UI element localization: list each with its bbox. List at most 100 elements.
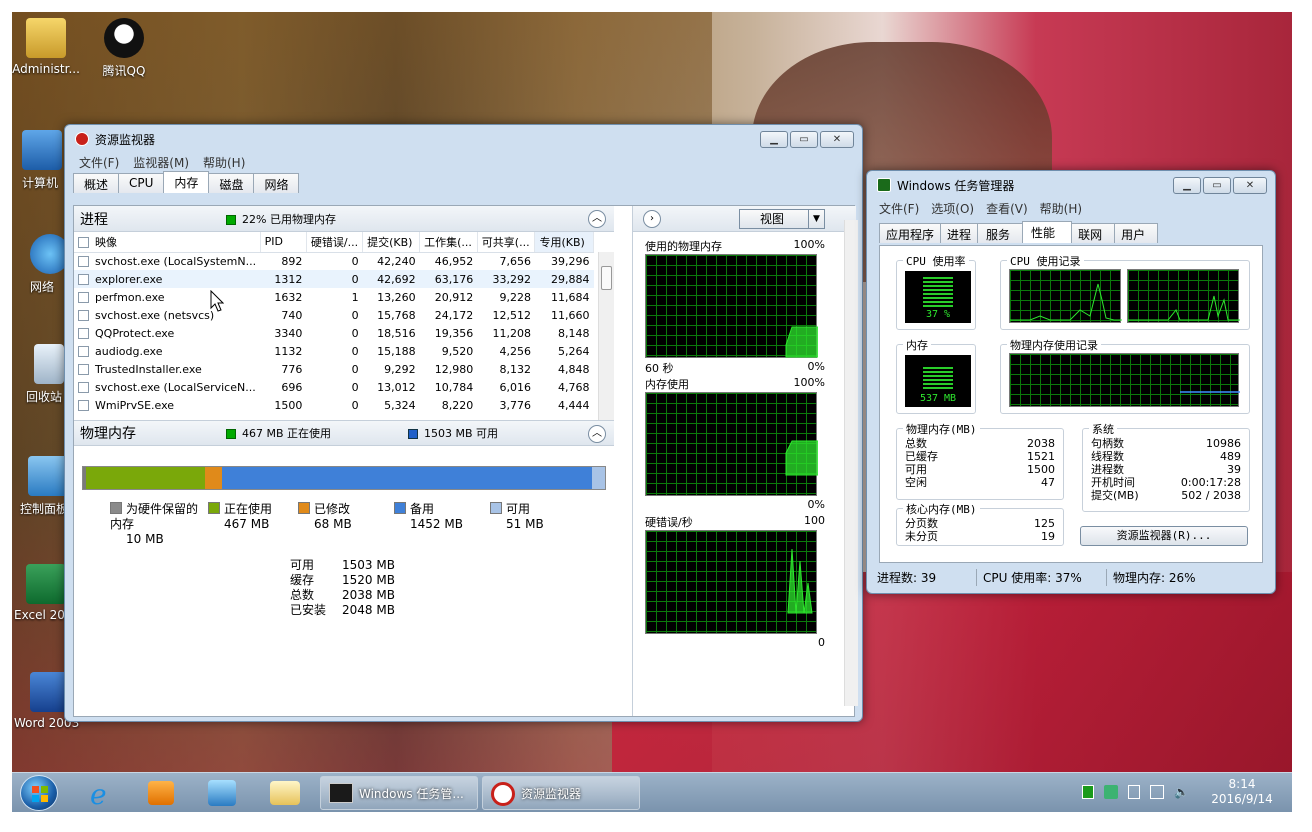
process-checkbox[interactable]: [78, 328, 89, 339]
pinned-video-player-icon[interactable]: [148, 781, 174, 805]
process-checkbox[interactable]: [78, 310, 89, 321]
desktop-icon-qq[interactable]: 腾讯QQ: [86, 18, 162, 79]
process-cell: 8,220: [441, 398, 474, 412]
stat-value: 125: [1034, 517, 1055, 530]
table-row[interactable]: perfmon.exe 1632 1 13,260 20,912 9,228 11,684: [74, 288, 594, 306]
usb-device-icon[interactable]: [1128, 785, 1140, 799]
process-checkbox[interactable]: [78, 364, 89, 375]
tab-memory[interactable]: 内存: [163, 171, 210, 193]
process-checkbox[interactable]: [78, 274, 89, 285]
stat-value: 0:00:17:28: [1180, 476, 1241, 489]
kernel-memory-group: 核心内存(MB) 分页数 125 未分页 19: [896, 501, 1064, 546]
stat-label: 未分页: [905, 530, 938, 543]
table-row[interactable]: WmiPrvSE.exe 1500 0 5,324 8,220 3,776 4,444: [74, 396, 594, 414]
col-commit[interactable]: 提交(KB): [362, 232, 421, 253]
expand-graphs-button[interactable]: ›: [643, 210, 661, 228]
stat-value: 1500: [1027, 463, 1055, 476]
tab-disk[interactable]: 磁盘: [208, 173, 255, 193]
network-status-icon[interactable]: [1150, 785, 1164, 799]
tab-performance[interactable]: 性能: [1022, 221, 1073, 243]
scrollbar-thumb[interactable]: [601, 266, 612, 290]
table-row[interactable]: explorer.exe 1312 0 42,692 63,176 33,292 29,88…: [74, 270, 594, 288]
menu-file[interactable]: 文件(F): [879, 200, 919, 217]
tab-users[interactable]: 用户: [1114, 223, 1159, 243]
taskbar-button-taskmgr[interactable]: Windows 任务管...: [320, 776, 478, 810]
tab-services[interactable]: 服务: [977, 223, 1024, 243]
taskmgr-tray-icon[interactable]: [1082, 785, 1094, 799]
tab-networking[interactable]: 联网: [1071, 223, 1116, 243]
pinned-explorer-folder-icon[interactable]: [270, 781, 300, 805]
table-row[interactable]: audiodg.exe 1132 0 15,188 9,520 4,256 5,264: [74, 342, 594, 360]
resmon-titlebar[interactable]: 资源监视器: [65, 125, 862, 153]
maximize-button[interactable]: ▭: [1203, 177, 1231, 194]
menu-file[interactable]: 文件(F): [79, 154, 119, 171]
menu-view[interactable]: 查看(V): [986, 200, 1028, 217]
process-section-header[interactable]: 进程 22% 已用物理内存 ︿: [74, 206, 614, 232]
select-all-checkbox[interactable]: [78, 237, 89, 249]
col-private[interactable]: 专用(KB): [534, 232, 594, 253]
table-row[interactable]: QQProtect.exe 3340 0 18,516 19,356 11,208 8,14…: [74, 324, 594, 342]
collapse-physical-button[interactable]: ︿: [588, 425, 606, 443]
menu-options[interactable]: 选项(O): [931, 200, 974, 217]
collapse-process-button[interactable]: ︿: [588, 210, 606, 228]
taskbar-clock[interactable]: 8:14 2016/9/14: [1200, 777, 1284, 807]
resmon-left-pane: 进程 22% 已用物理内存 ︿ 映像 PID 硬错误/... 提交(KB) 工作…: [74, 206, 614, 716]
status-processes: 进程数: 39: [873, 568, 977, 586]
taskbar-button-resmon[interactable]: 资源监视器: [482, 776, 640, 810]
physical-memory-section-header[interactable]: 物理内存 467 MB 正在使用 1503 MB 可用 ︿: [74, 420, 614, 446]
memory-bar-segment: [591, 467, 605, 489]
table-row[interactable]: svchost.exe (LocalServiceN... 696 0 13,012 1…: [74, 378, 594, 396]
tab-cpu[interactable]: CPU: [118, 173, 165, 193]
process-checkbox[interactable]: [78, 400, 89, 411]
process-cell: 12,980: [434, 362, 474, 376]
view-dropdown[interactable]: 视图 ▼: [739, 209, 825, 229]
security-shield-icon[interactable]: [1104, 785, 1118, 799]
process-checkbox[interactable]: [78, 346, 89, 357]
legend-item: 已修改 68 MB: [298, 502, 388, 532]
view-dropdown-arrow-icon[interactable]: ▼: [808, 210, 824, 228]
legend-item: 备用 1452 MB: [394, 502, 484, 532]
col-shareable[interactable]: 可共享(...: [477, 232, 536, 253]
pinned-tools-icon[interactable]: [208, 780, 236, 806]
start-button[interactable]: [20, 775, 58, 811]
volume-icon[interactable]: 🔈: [1174, 785, 1189, 799]
memory-summary-key: 可用: [290, 558, 315, 572]
process-table-scrollbar[interactable]: [598, 252, 614, 420]
col-image[interactable]: 映像: [74, 232, 261, 253]
maximize-button[interactable]: ▭: [790, 131, 818, 148]
process-checkbox[interactable]: [78, 292, 89, 303]
col-hard-faults[interactable]: 硬错误/...: [306, 232, 364, 253]
graph-pane-scrollbar[interactable]: [844, 220, 858, 706]
col-pid[interactable]: PID: [260, 232, 307, 253]
stat-row: 线程数 489: [1091, 450, 1241, 463]
memory-bar-segment: [85, 467, 205, 489]
process-cell: 19,356: [434, 326, 474, 340]
menu-help[interactable]: 帮助(H): [1040, 200, 1082, 217]
system-group: 系统 句柄数 10986 线程数 489 进程数 39 开机时间 0:00:17:28 提交(M…: [1082, 421, 1250, 512]
tab-overview[interactable]: 概述: [73, 173, 120, 193]
tab-processes[interactable]: 进程: [940, 223, 979, 243]
process-cell: 46,952: [434, 254, 474, 268]
close-button[interactable]: ✕: [820, 131, 854, 148]
col-working-set[interactable]: 工作集(...: [419, 232, 478, 253]
memory-summary-value: 2038 MB: [342, 588, 395, 602]
svg-text:e: e: [90, 778, 107, 809]
process-checkbox[interactable]: [78, 256, 89, 268]
minimize-button[interactable]: ▁: [1173, 177, 1201, 194]
menu-monitor[interactable]: 监视器(M): [133, 154, 189, 171]
tab-applications[interactable]: 应用程序: [879, 223, 942, 243]
resource-monitor-button[interactable]: 资源监视器(R)...: [1080, 526, 1248, 546]
process-cell: 0: [351, 398, 359, 412]
stat-label: 提交(MB): [1091, 489, 1139, 502]
table-row[interactable]: TrustedInstaller.exe 776 0 9,292 12,980 8,132…: [74, 360, 594, 378]
menu-help[interactable]: 帮助(H): [203, 154, 245, 171]
minimize-button[interactable]: ▁: [760, 131, 788, 148]
process-cell: 13,260: [377, 290, 416, 304]
process-checkbox[interactable]: [78, 382, 89, 393]
desktop-icon-administrator[interactable]: Administr...: [12, 18, 84, 76]
pinned-ie-icon[interactable]: e: [82, 777, 118, 811]
close-button[interactable]: ✕: [1233, 177, 1267, 194]
tab-network[interactable]: 网络: [253, 173, 300, 193]
table-row[interactable]: svchost.exe (LocalSystemN... 892 0 42,240 46…: [74, 252, 594, 270]
table-row[interactable]: svchost.exe (netsvcs) 740 0 15,768 24,172 12,…: [74, 306, 594, 324]
